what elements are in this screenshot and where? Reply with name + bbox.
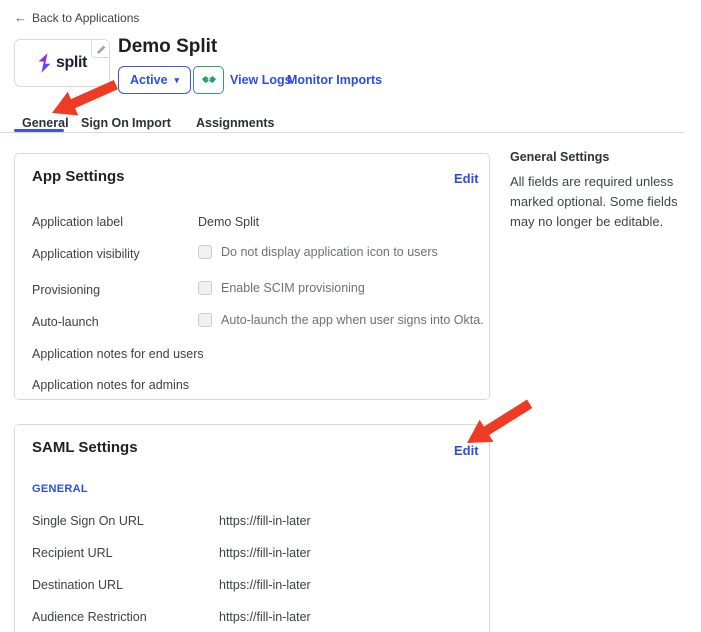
view-logs-link[interactable]: View Logs <box>230 73 292 87</box>
chevron-down-icon: ▾ <box>175 75 180 86</box>
field-value-recipient-url: https://fill-in-later <box>219 546 311 560</box>
pencil-icon <box>96 44 106 54</box>
page: ← Back to Applications split <box>0 0 701 632</box>
saml-general-section-heading: GENERAL <box>32 483 88 495</box>
page-title: Demo Split <box>118 36 217 58</box>
provisioning-option: Enable SCIM provisioning <box>198 281 365 295</box>
split-logo-wordmark: split <box>56 54 87 72</box>
back-to-applications-link[interactable]: ← Back to Applications <box>14 10 139 25</box>
scim-provisioning-checkbox-label: Enable SCIM provisioning <box>221 281 365 295</box>
monitor-imports-link[interactable]: Monitor Imports <box>287 73 382 87</box>
auto-launch-checkbox[interactable] <box>198 313 212 327</box>
app-logo-tile: split <box>14 39 110 87</box>
tab-import[interactable]: Import <box>132 116 171 130</box>
back-arrow-icon: ← <box>14 10 27 25</box>
active-status-dropdown[interactable]: Active ▾ <box>118 66 191 94</box>
saml-settings-title: SAML Settings <box>32 439 138 456</box>
auto-launch-option: Auto-launch the app when user signs into… <box>198 313 484 327</box>
application-visibility-checkbox[interactable] <box>198 245 212 259</box>
app-settings-title: App Settings <box>32 168 125 185</box>
field-value-sso-url: https://fill-in-later <box>219 514 311 528</box>
scim-provisioning-checkbox[interactable] <box>198 281 212 295</box>
field-label-destination-url: Destination URL <box>32 578 123 592</box>
app-catalog-button[interactable] <box>193 66 224 94</box>
application-visibility-option: Do not display application icon to users <box>198 245 438 259</box>
app-settings-card: App Settings Edit Application label Demo… <box>14 153 490 400</box>
handshake-icon <box>201 74 217 86</box>
field-label-notes-admins: Application notes for admins <box>32 378 189 392</box>
sidebar-help-text: All fields are required unless marked op… <box>510 172 698 232</box>
tab-assignments[interactable]: Assignments <box>196 116 275 130</box>
app-settings-edit-button[interactable]: Edit <box>454 171 479 186</box>
back-link-label: Back to Applications <box>32 11 139 25</box>
field-label-application-label: Application label <box>32 215 123 229</box>
application-visibility-checkbox-label: Do not display application icon to users <box>221 245 438 259</box>
saml-settings-edit-button[interactable]: Edit <box>454 443 479 458</box>
auto-launch-checkbox-label: Auto-launch the app when user signs into… <box>221 313 484 327</box>
field-label-application-visibility: Application visibility <box>32 247 140 261</box>
field-label-notes-end-users: Application notes for end users <box>32 347 204 361</box>
edit-logo-button[interactable] <box>91 40 109 58</box>
field-value-audience-restriction: https://fill-in-later <box>219 610 311 624</box>
field-label-audience-restriction: Audience Restriction <box>32 610 147 624</box>
active-status-label: Active <box>130 73 168 87</box>
split-logo-icon <box>37 53 52 73</box>
saml-settings-card: SAML Settings Edit GENERAL Single Sign O… <box>14 424 490 632</box>
sidebar-heading: General Settings <box>510 150 609 164</box>
field-label-sso-url: Single Sign On URL <box>32 514 144 528</box>
field-label-auto-launch: Auto-launch <box>32 315 99 329</box>
field-value-application-label: Demo Split <box>198 215 259 229</box>
tabs-divider <box>0 132 684 133</box>
field-label-recipient-url: Recipient URL <box>32 546 113 560</box>
tab-general[interactable]: General <box>22 116 69 130</box>
field-value-destination-url: https://fill-in-later <box>219 578 311 592</box>
field-label-provisioning: Provisioning <box>32 283 100 297</box>
tab-sign-on[interactable]: Sign On <box>81 116 129 130</box>
